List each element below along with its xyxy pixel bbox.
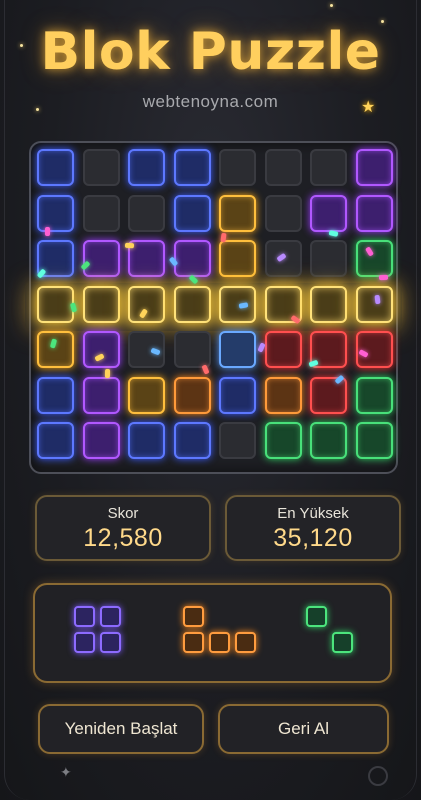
- board-cell[interactable]: [37, 285, 74, 323]
- board-cell[interactable]: [82, 194, 120, 232]
- board-cell[interactable]: [173, 194, 211, 232]
- board-cell[interactable]: [128, 376, 165, 414]
- board-cell[interactable]: [173, 331, 211, 368]
- piece-cell: [306, 606, 327, 627]
- board-cell[interactable]: [82, 422, 120, 459]
- board-cell[interactable]: [264, 331, 302, 368]
- best-score-panel: En Yüksek 35,120: [225, 495, 401, 561]
- piece-cell: [235, 632, 256, 653]
- sparkle-icon: [381, 20, 384, 23]
- board-cell[interactable]: [219, 285, 256, 323]
- sparkle-icon: [20, 44, 23, 47]
- board-cell[interactable]: [82, 240, 120, 277]
- board-cell[interactable]: [310, 240, 347, 277]
- undo-button[interactable]: Geri Al: [218, 704, 389, 754]
- game-title: Blok Puzzle: [40, 22, 381, 82]
- piece-cell: [100, 632, 121, 653]
- piece-cell: [332, 632, 353, 653]
- restart-button[interactable]: Yeniden Başlat: [38, 704, 204, 754]
- piece-cell: [100, 606, 121, 627]
- score-label: Skor: [107, 505, 139, 522]
- board-cell[interactable]: [173, 149, 211, 186]
- board-cell[interactable]: [37, 194, 74, 232]
- board-cell[interactable]: [128, 194, 165, 232]
- board-cell[interactable]: [173, 240, 211, 277]
- board-cell[interactable]: [310, 376, 347, 414]
- piece-cell: [183, 606, 204, 627]
- board-cell[interactable]: [82, 376, 120, 414]
- board-cell[interactable]: [37, 422, 74, 459]
- piece-tray: [33, 583, 392, 683]
- board-cell[interactable]: [355, 149, 393, 186]
- board-cell[interactable]: [82, 149, 120, 186]
- board-cell[interactable]: [219, 331, 256, 368]
- board-cell[interactable]: [355, 376, 393, 414]
- board-cell[interactable]: [355, 194, 393, 232]
- board-cell[interactable]: [310, 285, 347, 323]
- circle-icon: [368, 766, 388, 786]
- best-score-value: 35,120: [273, 524, 353, 552]
- piece-cell: [209, 632, 230, 653]
- confetti-particle: [104, 368, 111, 379]
- board-cell[interactable]: [219, 422, 256, 459]
- board-cell[interactable]: [219, 149, 256, 186]
- board-cell[interactable]: [310, 422, 347, 459]
- board-cell[interactable]: [128, 422, 165, 459]
- board-cell[interactable]: [37, 149, 74, 186]
- piece-cell: [183, 632, 204, 653]
- board-cell[interactable]: [264, 376, 302, 414]
- board-cell[interactable]: [219, 194, 256, 232]
- board-cell[interactable]: [264, 149, 302, 186]
- sparkle-icon: ✦: [60, 765, 72, 781]
- confetti-particle: [374, 294, 381, 305]
- board-cell[interactable]: [128, 285, 165, 323]
- site-subtitle: webtenoyna.com: [142, 92, 279, 111]
- score-panel: Skor 12,580: [35, 495, 211, 561]
- star-icon: ★: [361, 97, 376, 116]
- board-cell[interactable]: [355, 422, 393, 459]
- board-cell[interactable]: [128, 149, 165, 186]
- confetti-particle: [45, 227, 50, 236]
- board-cell[interactable]: [173, 422, 211, 459]
- board-cell[interactable]: [37, 331, 74, 368]
- score-value: 12,580: [83, 524, 163, 552]
- board-cell[interactable]: [173, 376, 211, 414]
- board-cell[interactable]: [310, 194, 347, 232]
- best-score-label: En Yüksek: [277, 505, 349, 522]
- piece-cell: [74, 606, 95, 627]
- board-cell[interactable]: [173, 285, 211, 323]
- board-cell[interactable]: [37, 376, 74, 414]
- confetti-particle: [328, 230, 339, 237]
- sparkle-icon: [330, 4, 333, 7]
- game-board[interactable]: [25, 141, 402, 474]
- board-cell[interactable]: [355, 285, 393, 323]
- board-cell[interactable]: [82, 331, 120, 368]
- board-cell[interactable]: [219, 240, 256, 277]
- confetti-particle: [378, 274, 389, 281]
- board-cell[interactable]: [264, 194, 302, 232]
- board-cell[interactable]: [355, 240, 393, 277]
- sparkle-icon: [36, 108, 39, 111]
- board-cell[interactable]: [310, 149, 347, 186]
- board-cell[interactable]: [82, 285, 120, 323]
- board-cell[interactable]: [219, 376, 256, 414]
- board-cell[interactable]: [264, 422, 302, 459]
- piece-cell: [74, 632, 95, 653]
- confetti-particle: [124, 242, 135, 249]
